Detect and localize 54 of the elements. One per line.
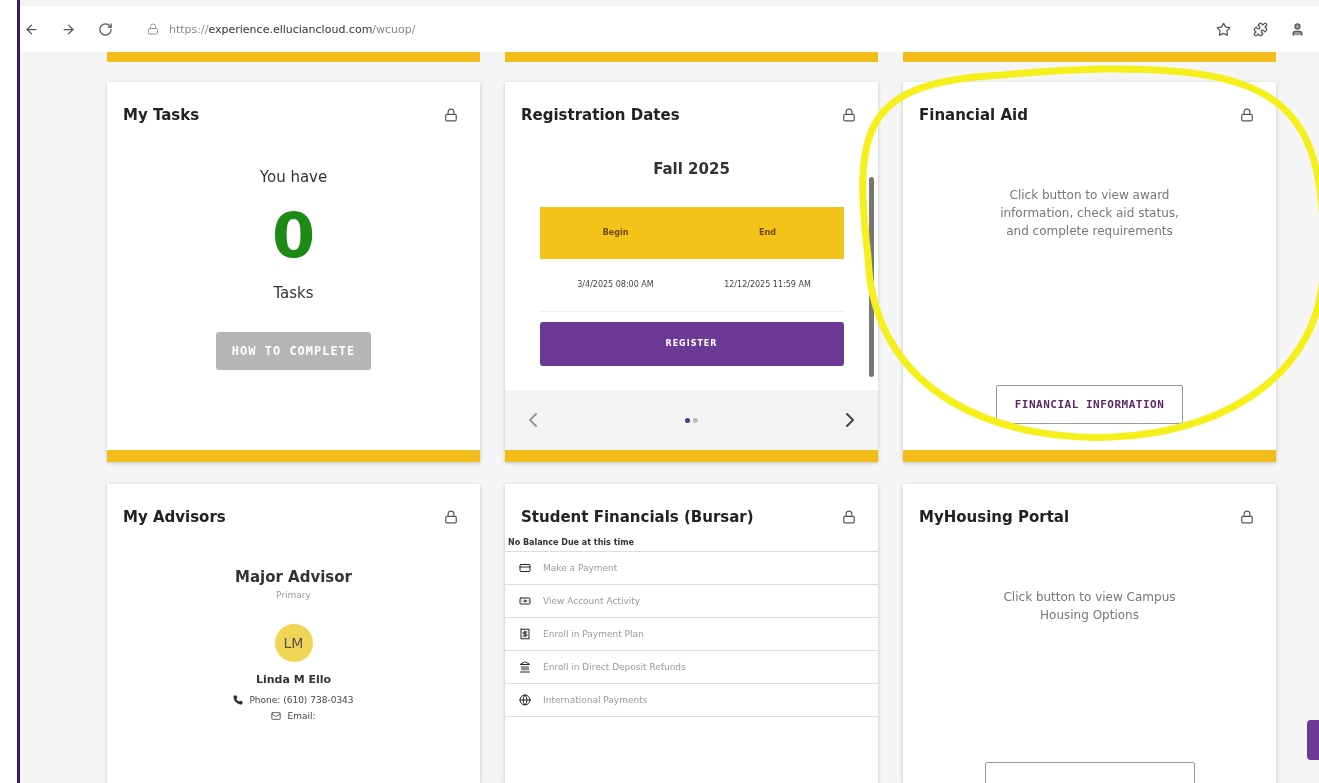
- payment-link[interactable]: Enroll in Payment Plan: [505, 618, 878, 651]
- forward-icon[interactable]: [61, 21, 76, 37]
- lock-icon[interactable]: [1240, 108, 1254, 122]
- payment-icon: [519, 562, 531, 574]
- table-header: Begin: [539, 206, 692, 259]
- lock-icon[interactable]: [1240, 510, 1254, 524]
- avatar-initials: LM: [274, 624, 313, 662]
- card-title: Student Financials (Bursar): [521, 508, 754, 526]
- lock-icon[interactable]: [842, 510, 856, 524]
- term-title: Fall 2025: [653, 159, 730, 180]
- lock-icon[interactable]: [444, 510, 458, 524]
- table-cell: 12/12/2025 11:59 AM: [691, 258, 844, 312]
- mail-icon: [271, 710, 282, 721]
- advisor-name: Linda M Ello: [255, 672, 332, 688]
- extensions-icon[interactable]: [1253, 21, 1268, 37]
- balance-text: No Balance Due at this time: [505, 538, 878, 552]
- profile-icon[interactable]: [1290, 21, 1305, 37]
- lock-icon[interactable]: [842, 108, 856, 122]
- financial-information-button[interactable]: FINANCIAL INFORMATION: [995, 385, 1184, 424]
- lock-icon[interactable]: [444, 108, 458, 122]
- payment-icon: [519, 595, 531, 607]
- card-title: Financial Aid: [919, 106, 1028, 124]
- payment-link[interactable]: Make a Payment: [505, 552, 878, 585]
- advisor-role: Major Advisor: [235, 567, 352, 588]
- lock-icon: [147, 23, 159, 35]
- payment-icon: [519, 661, 531, 673]
- card-title: Registration Dates: [521, 106, 680, 124]
- carousel-dot[interactable]: [693, 417, 698, 423]
- carousel-dot[interactable]: [685, 417, 690, 423]
- tasks-label: Tasks: [273, 282, 314, 304]
- register-button[interactable]: REGISTER: [539, 321, 844, 366]
- favorite-icon[interactable]: [1216, 21, 1231, 37]
- task-count: 0: [271, 197, 316, 274]
- email-label: Email:: [287, 710, 316, 721]
- table-header: End: [691, 206, 844, 259]
- advisor-rank: Primary: [276, 588, 311, 602]
- card-title: My Tasks: [123, 106, 200, 124]
- scrollbar[interactable]: [869, 177, 874, 377]
- housing-button[interactable]: [984, 762, 1195, 783]
- card-title: My Advisors: [123, 508, 226, 526]
- table-cell: 3/4/2025 08:00 AM: [539, 258, 692, 312]
- back-icon[interactable]: [24, 21, 39, 37]
- phone-text: Phone: (610) 738-0343: [249, 694, 354, 705]
- info-text: Click button to view award information, check aid status, and complete requirements: [999, 187, 1180, 240]
- payment-link[interactable]: Enroll in Direct Deposit Refunds: [505, 651, 878, 684]
- payment-link[interactable]: View Account Activity: [505, 585, 878, 618]
- phone-icon: [233, 694, 244, 705]
- payment-icon: [519, 628, 531, 640]
- info-text: Click button to view Campus Housing Options: [1002, 589, 1177, 624]
- reload-icon[interactable]: [98, 21, 113, 37]
- payment-link[interactable]: International Payments: [505, 684, 878, 717]
- tasks-intro: You have: [259, 167, 328, 188]
- card-title: MyHousing Portal: [919, 508, 1070, 526]
- payment-icon: [519, 694, 531, 706]
